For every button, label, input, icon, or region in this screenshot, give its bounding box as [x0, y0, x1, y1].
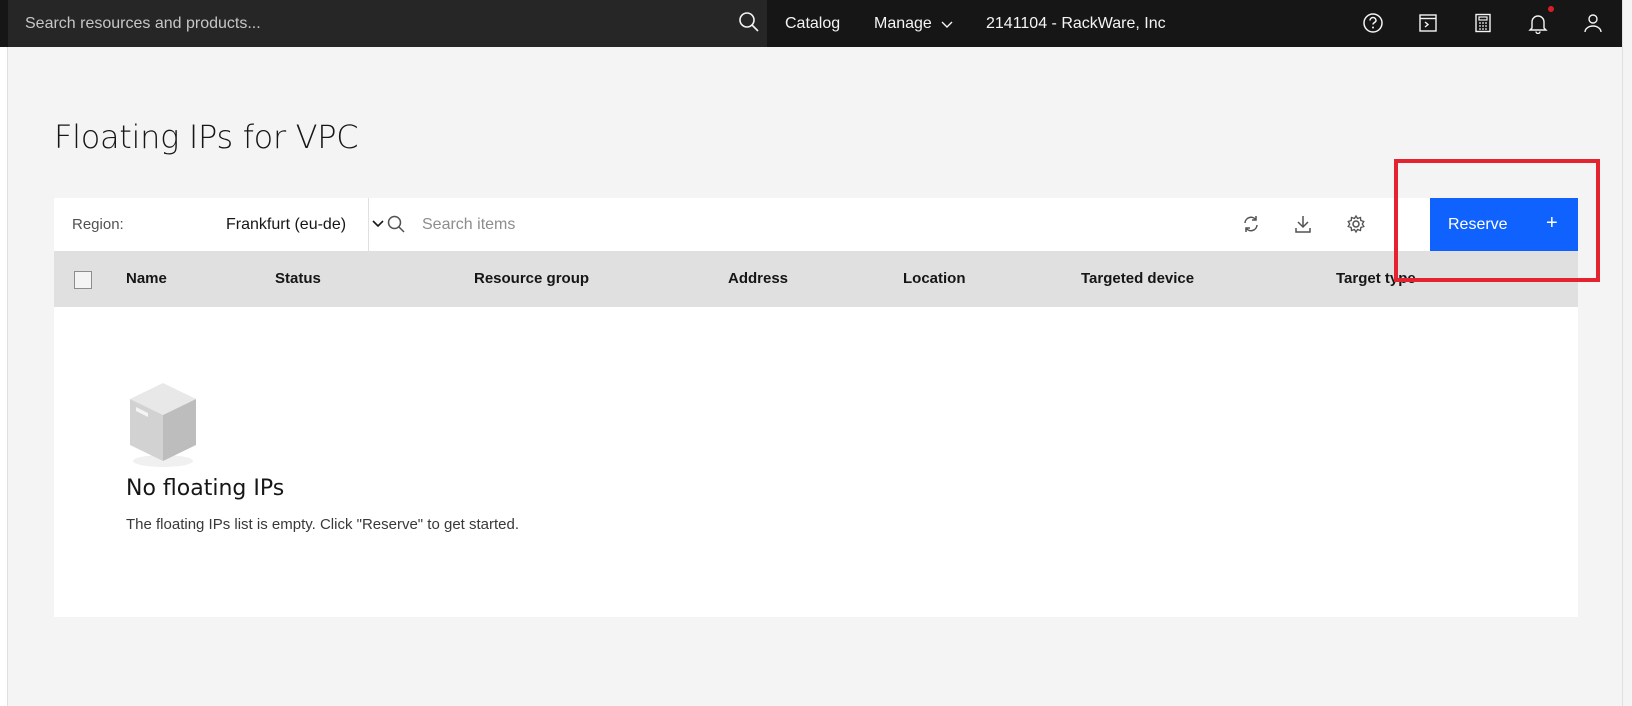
account-switcher[interactable]: 2141104 - RackWare, Inc: [986, 0, 1166, 47]
region-value: Frankfurt (eu-de): [226, 216, 347, 233]
toolbar-divider: [368, 198, 369, 251]
table-toolbar: Region: Frankfurt (eu-de) Reserve +: [54, 198, 1578, 251]
select-all-checkbox[interactable]: [74, 271, 92, 289]
reserve-button[interactable]: Reserve +: [1430, 198, 1578, 251]
refresh-icon[interactable]: [1239, 212, 1263, 236]
column-header-resource-group[interactable]: Resource group: [474, 270, 589, 287]
region-dropdown[interactable]: Frankfurt (eu-de): [172, 198, 422, 251]
terminal-icon[interactable]: [1413, 8, 1443, 38]
column-header-name[interactable]: Name: [126, 270, 167, 287]
global-search-placeholder[interactable]: Search resources and products...: [25, 15, 261, 33]
column-header-targeted-device[interactable]: Targeted device: [1081, 270, 1194, 287]
empty-state-description: The floating IPs list is empty. Click "R…: [126, 516, 520, 533]
user-icon[interactable]: [1578, 8, 1608, 38]
calculator-icon[interactable]: [1468, 8, 1498, 38]
column-header-status[interactable]: Status: [275, 270, 321, 287]
column-header-target-type[interactable]: Target type: [1336, 270, 1416, 287]
column-header-address[interactable]: Address: [728, 270, 788, 287]
download-icon[interactable]: [1291, 212, 1315, 236]
chevron-down-icon: [368, 213, 388, 233]
nav-catalog[interactable]: Catalog: [785, 0, 840, 47]
add-icon: +: [1546, 212, 1558, 234]
left-panel-edge: [0, 47, 8, 706]
table-search-input[interactable]: [422, 210, 1222, 240]
table-header: Name Status Resource group Address Locat…: [54, 251, 1578, 307]
empty-state: No floating IPs The floating IPs list is…: [54, 307, 1578, 617]
nav-manage[interactable]: Manage: [874, 0, 954, 47]
chevron-down-icon: [940, 17, 954, 31]
notification-badge: [1548, 6, 1554, 12]
scrollbar[interactable]: [1622, 0, 1632, 706]
search-icon[interactable]: [737, 10, 761, 34]
global-search[interactable]: Search resources and products...: [8, 0, 767, 47]
settings-icon[interactable]: [1344, 212, 1368, 236]
nav-manage-label: Manage: [874, 14, 932, 32]
empty-box-icon: [126, 379, 200, 471]
empty-state-title: No floating IPs: [126, 476, 285, 501]
global-header: Search resources and products... Catalog…: [0, 0, 1632, 47]
reserve-button-label: Reserve: [1448, 216, 1508, 233]
region-label: Region:: [72, 216, 124, 233]
search-icon: [386, 214, 406, 234]
help-icon[interactable]: [1358, 8, 1388, 38]
page-title: Floating IPs for VPC: [54, 118, 359, 156]
notification-icon[interactable]: [1523, 8, 1553, 38]
column-header-location[interactable]: Location: [903, 270, 966, 287]
